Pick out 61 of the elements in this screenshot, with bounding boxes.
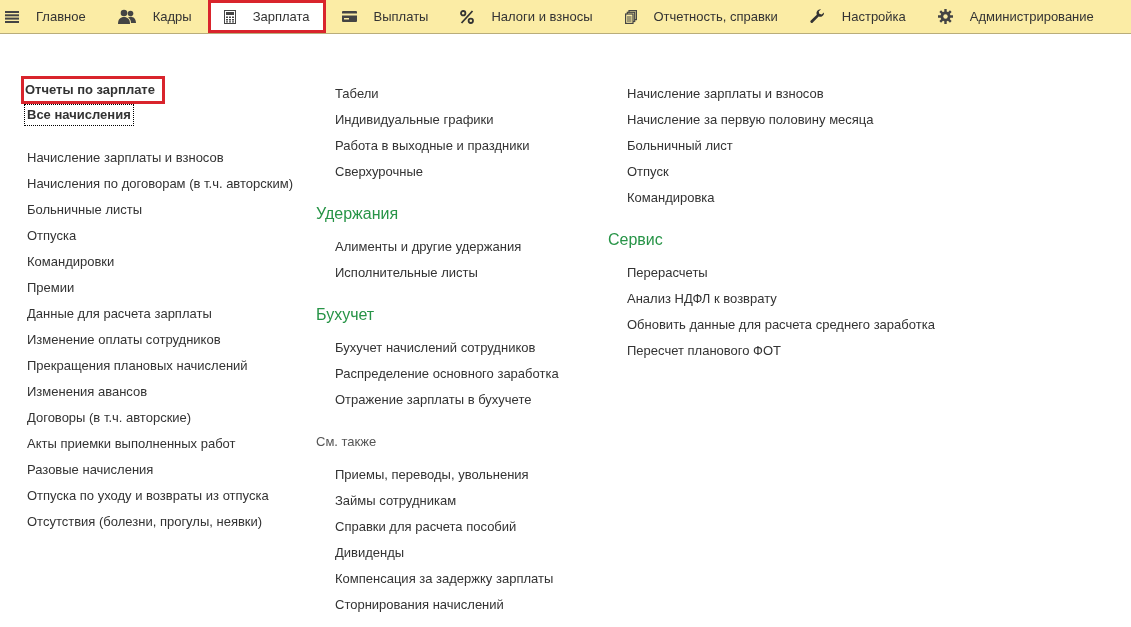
menu-link[interactable]: Индивидуальные графики [335, 107, 494, 133]
menu-link[interactable]: Алименты и другие удержания [335, 234, 522, 260]
menu-link[interactable]: Больничный лист [627, 133, 733, 159]
menu-link[interactable]: Обновить данные для расчета среднего заработка [627, 312, 935, 338]
menu-link[interactable]: Пересчет планового ФОТ [627, 338, 781, 364]
menu-link[interactable]: Начисления по договорам (в т.ч. авторским) [27, 171, 293, 197]
menu-link[interactable]: Анализ НДФЛ к возврату [627, 286, 777, 312]
menu-link[interactable]: Табели [335, 81, 379, 107]
menu-link[interactable]: Дивиденды [335, 540, 405, 566]
menu-link[interactable]: Изменения авансов [27, 379, 148, 405]
menu-link[interactable]: Разовые начисления [27, 457, 154, 483]
menu-link[interactable]: Отсутствия (болезни, прогулы, неявки) [27, 509, 263, 535]
section-tab[interactable]: Администрирование [921, 0, 1110, 33]
section-tab[interactable]: Налоги и взносы [444, 0, 609, 33]
documents-icon [624, 9, 637, 24]
card-icon [341, 11, 357, 22]
menu-link[interactable]: Компенсация за задержку зарплаты [335, 566, 554, 592]
report-link[interactable]: Все начисления [25, 105, 133, 125]
menu-link[interactable]: Приемы, переводы, увольнения [335, 462, 529, 488]
section-tab[interactable]: Кадры [101, 0, 208, 33]
people-icon [117, 8, 136, 25]
section-tab[interactable]: Выплаты [325, 0, 445, 33]
see-also-heading: См. также [316, 433, 377, 451]
menu-link[interactable]: Отпуск [627, 159, 669, 185]
menu-link[interactable]: Справки для расчета пособий [335, 514, 517, 540]
menu-link[interactable]: Договоры (в т.ч. авторские) [27, 405, 192, 431]
menu-icon[interactable] [5, 10, 19, 23]
calculator-icon [223, 9, 236, 24]
settings-icon [937, 9, 953, 24]
group-heading: Сервис [608, 230, 663, 250]
menu-link[interactable]: Начисление за первую половину месяца [627, 107, 874, 133]
menu-link[interactable]: Исполнительные листы [335, 260, 478, 286]
menu-link[interactable]: Начисление зарплаты и взносов [27, 145, 224, 171]
menu-link[interactable]: Бухучет начислений сотрудников [335, 335, 536, 361]
menu-link[interactable]: Премии [27, 275, 75, 301]
menu-link[interactable]: Займы сотрудникам [335, 488, 457, 514]
section-tab[interactable]: Отчетность, справки [608, 0, 794, 33]
report-link[interactable]: Отчеты по зарплате [23, 78, 163, 102]
menu-link[interactable]: Данные для расчета зарплаты [27, 301, 212, 327]
section-tab[interactable]: Главное [20, 0, 102, 33]
section-tab[interactable]: Настройка [793, 0, 922, 33]
section-tab[interactable]: Зарплата [207, 0, 326, 33]
menu-link[interactable]: Отпуска по уходу и возвраты из отпуска [27, 483, 269, 509]
group-heading: Бухучет [316, 305, 375, 325]
menu-link[interactable]: Акты приемки выполненных работ [27, 431, 236, 457]
menu-link[interactable]: Работа в выходные и праздники [335, 133, 530, 159]
menu-link[interactable]: Командировки [27, 249, 115, 275]
menu-link[interactable]: Отражение зарплаты в бухучете [335, 387, 532, 413]
menu-link[interactable]: Распределение основного заработка [335, 361, 559, 387]
menu-link[interactable]: Командировка [627, 185, 715, 211]
menu-link[interactable]: Отпуска [27, 223, 77, 249]
group-heading: Удержания [316, 204, 399, 224]
menu-link[interactable]: Больничные листы [27, 197, 143, 223]
wrench-icon [809, 9, 825, 24]
percent-icon [460, 9, 475, 24]
menu-link[interactable]: Сверхурочные [335, 159, 424, 185]
menu-link[interactable]: Прекращения плановых начислений [27, 353, 248, 379]
menu-link[interactable]: Сторнирования начислений [335, 592, 504, 618]
menu-link[interactable]: Начисление зарплаты и взносов [627, 81, 824, 107]
menu-link[interactable]: Изменение оплаты сотрудников [27, 327, 221, 353]
menu-link[interactable]: Перерасчеты [627, 260, 708, 286]
